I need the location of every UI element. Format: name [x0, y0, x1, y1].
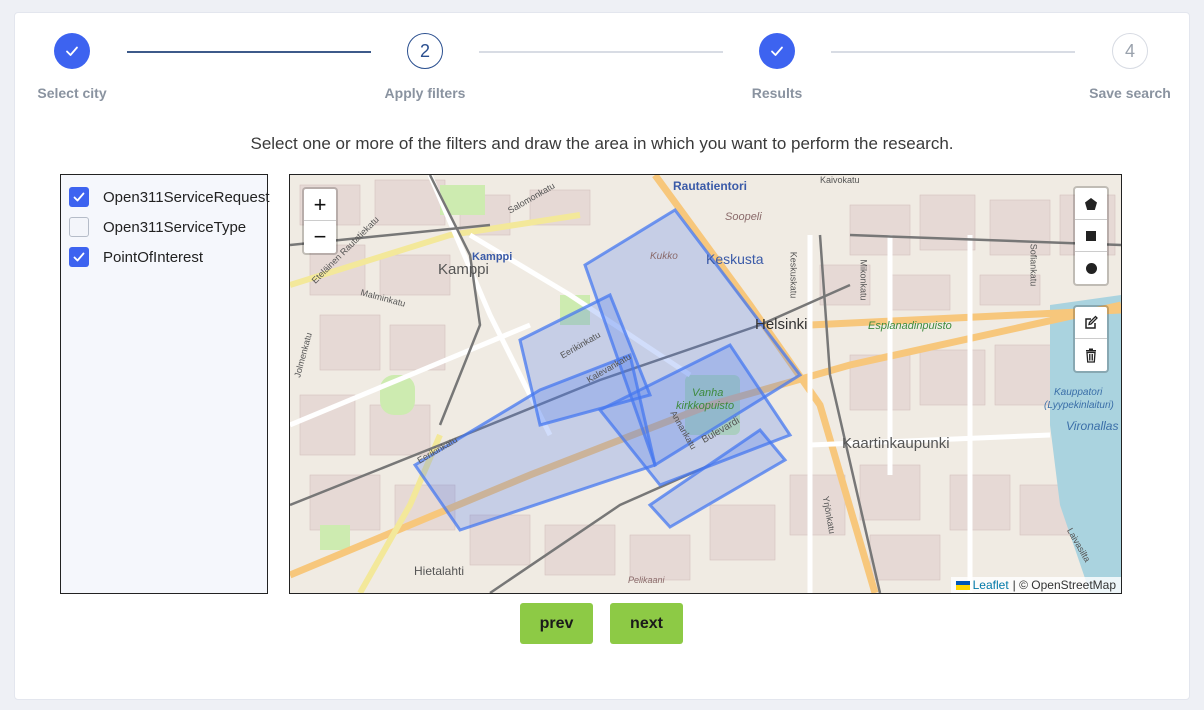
check-icon: [759, 33, 795, 69]
instructions-text: Select one or more of the filters and dr…: [250, 134, 954, 153]
next-button[interactable]: next: [610, 603, 683, 644]
stepper-line-3: [831, 51, 1075, 53]
map-label-vironallas: Vironallas: [1066, 419, 1119, 433]
wizard-card: Select city 2 Apply filters Results 4 Sa…: [14, 12, 1190, 700]
filter-pointofinterest[interactable]: PointOfInterest: [69, 245, 203, 269]
draw-toolbar: [1073, 186, 1109, 286]
zoom-control: + −: [302, 187, 338, 255]
step-label: Save search: [1089, 85, 1171, 101]
zoom-out-button[interactable]: −: [304, 221, 336, 253]
map-label-hietalahti: Hietalahti: [414, 564, 465, 578]
map-label-mikonkatu: Mikonkatu: [858, 259, 869, 301]
filter-label: PointOfInterest: [103, 248, 204, 266]
map-label-kaartinkaupunki: Kaartinkaupunki: [842, 435, 950, 452]
map-label-lyypekinlaituri: (Lyypekinlaituri): [1044, 400, 1114, 411]
ukraine-flag-icon: [955, 580, 970, 590]
step-results[interactable]: Results: [717, 33, 837, 101]
polygon-icon[interactable]: [1075, 188, 1107, 220]
stepper-line-1: [127, 51, 371, 53]
map-label-pelikaani: Pelikaani: [628, 575, 665, 585]
step-label: Results: [751, 85, 803, 101]
map-label-sofiankatu: Sofiankatu: [1028, 243, 1039, 287]
map-attribution: Leaflet | © OpenStreetMap: [950, 577, 1121, 593]
filters-panel: Open311ServiceRequest Open311ServiceType…: [60, 174, 270, 594]
map-label-kauppatori: Kauppatori: [1054, 387, 1103, 398]
map-label-helsinki: Helsinki: [755, 316, 808, 333]
checkbox-unchecked[interactable]: [69, 217, 89, 237]
map-label-kamppi-district: Kamppi: [438, 261, 489, 278]
edit-icon[interactable]: [1075, 307, 1107, 339]
filter-open311servicetype[interactable]: Open311ServiceType: [69, 215, 246, 239]
filter-open311servicerequest[interactable]: Open311ServiceRequest: [69, 185, 270, 209]
stepper-line-2: [479, 51, 723, 53]
map-label-vanha: Vanha: [692, 387, 724, 399]
map-label-kukko: Kukko: [650, 251, 678, 262]
map-label-rautatientori: Rautatientori: [673, 179, 748, 193]
step-label: Select city: [37, 85, 107, 101]
checkbox-checked[interactable]: [69, 247, 89, 267]
attribution-text: | © OpenStreetMap: [1012, 578, 1116, 592]
rectangle-icon[interactable]: [1075, 220, 1107, 252]
step-save-search[interactable]: 4 Save search: [1070, 33, 1190, 101]
map-label-esplanadinpuisto: Esplanadinpuisto: [868, 320, 952, 332]
map-label-keskuskatu: Keskuskatu: [788, 251, 799, 299]
step-number: 4: [1112, 33, 1148, 69]
map-label-soopeli: Soopeli: [725, 211, 762, 223]
step-apply-filters[interactable]: 2 Apply filters: [365, 33, 485, 101]
checkbox-checked[interactable]: [69, 187, 89, 207]
leaflet-link[interactable]: Leaflet: [973, 578, 1009, 592]
zoom-in-button[interactable]: +: [304, 189, 336, 221]
check-icon: [54, 33, 90, 69]
map[interactable]: Rautatientori Kaivokatu Salomonkatu Kamp…: [289, 174, 1122, 594]
map-tiles[interactable]: [290, 175, 1121, 593]
step-select-city[interactable]: Select city: [12, 33, 132, 101]
circle-icon[interactable]: [1075, 252, 1107, 284]
step-number: 2: [407, 33, 443, 69]
trash-icon[interactable]: [1075, 339, 1107, 371]
step-label: Apply filters: [384, 85, 466, 101]
map-label-kirkkopuisto: kirkkopuisto: [676, 400, 735, 412]
filter-label: Open311ServiceRequest: [103, 188, 270, 206]
map-label-kaivokatu: Kaivokatu: [820, 175, 860, 185]
map-label-keskusta: Keskusta: [706, 251, 764, 267]
filter-label: Open311ServiceType: [103, 218, 247, 236]
prev-button[interactable]: prev: [520, 603, 593, 644]
map-label-kamppi-station: Kamppi: [472, 251, 513, 263]
edit-toolbar: [1073, 305, 1109, 373]
